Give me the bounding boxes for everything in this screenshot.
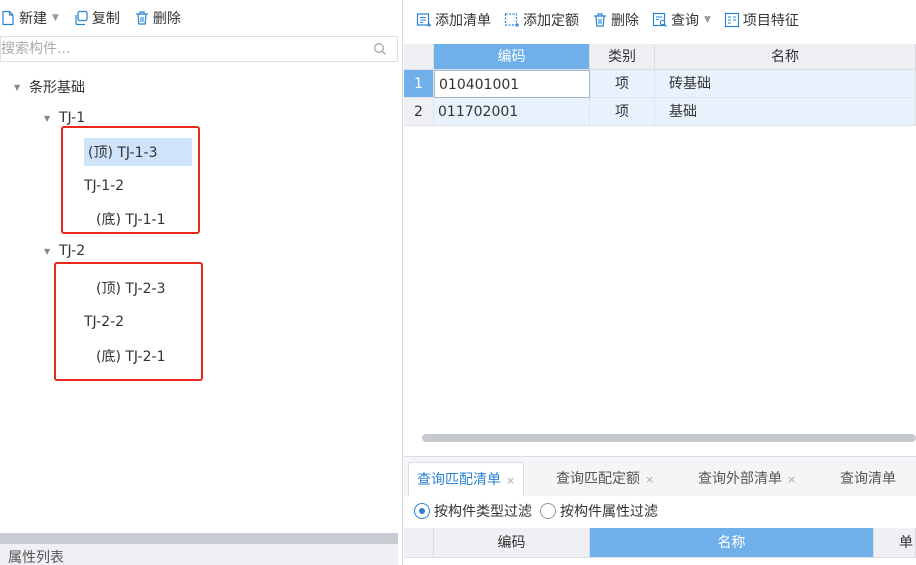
right-toolbar: 添加清单 添加定额 删除 查询 ▼ 项目特征	[404, 0, 916, 40]
chevron-down-icon[interactable]: ▼	[704, 15, 711, 25]
tree-node-label: (顶) TJ-2-3	[96, 281, 166, 297]
new-button[interactable]: 新建 ▼	[0, 6, 59, 30]
close-icon[interactable]: ×	[645, 473, 654, 486]
tree-node-label: TJ-1	[59, 110, 86, 126]
copy-icon	[73, 10, 89, 26]
expand-arrow-icon[interactable]: ▼	[44, 247, 56, 256]
add-list-button[interactable]: 添加清单	[416, 8, 491, 32]
cell-code[interactable]: 011702001	[434, 98, 590, 126]
grid-corner	[404, 44, 434, 70]
cell-name[interactable]: 砖基础	[655, 70, 916, 98]
properties-title: 属性列表	[0, 544, 398, 565]
radio-checked-icon	[414, 503, 430, 519]
radio-label: 按构件属性过滤	[560, 504, 658, 520]
close-icon[interactable]: ×	[787, 473, 796, 486]
bottom-column-header-unit[interactable]: 单	[874, 528, 916, 558]
delete-button-label: 删除	[152, 11, 181, 27]
tree-node-tj-1-3[interactable]: (顶) TJ-1-3	[84, 138, 192, 166]
tab-label: 查询匹配定额	[556, 471, 640, 487]
trash-icon	[134, 10, 150, 26]
cell-name[interactable]: 基础	[655, 98, 916, 126]
radio-unchecked-icon	[540, 503, 556, 519]
cell-code[interactable]: 010401001	[434, 70, 590, 98]
filter-options: 按构件类型过滤 按构件属性过滤	[404, 497, 916, 525]
query-icon	[652, 12, 668, 28]
filter-by-type-radio[interactable]: 按构件类型过滤	[414, 501, 532, 521]
tree-node-root[interactable]: ▼ 条形基础	[14, 73, 85, 101]
trash-icon	[592, 12, 608, 28]
filter-by-attribute-radio[interactable]: 按构件属性过滤	[540, 501, 658, 521]
cell-type[interactable]: 项	[590, 70, 655, 98]
copy-button[interactable]: 复制	[73, 6, 120, 30]
row-number[interactable]: 2	[404, 98, 434, 126]
item-feature-button[interactable]: 项目特征	[724, 8, 799, 32]
bottom-column-header-code[interactable]: 编码	[434, 528, 590, 558]
copy-button-label: 复制	[91, 11, 120, 27]
tree-node-label: 条形基础	[29, 80, 85, 96]
row-number[interactable]: 1	[404, 70, 434, 98]
bottom-column-header-name[interactable]: 名称	[590, 528, 874, 558]
tree-node-tj-2-2[interactable]: TJ-2-2	[84, 308, 124, 336]
horizontal-scrollbar[interactable]	[422, 434, 916, 442]
search-box	[0, 36, 398, 62]
close-icon[interactable]: ×	[506, 474, 515, 487]
tab-query-matching-quota[interactable]: 查询匹配定额 ×	[548, 462, 662, 496]
tree-node-tj-2-1[interactable]: (底) TJ-2-1	[96, 342, 165, 370]
tab-label: 查询外部清单	[698, 471, 782, 487]
add-list-icon	[416, 12, 432, 28]
tree-node-label: (顶) TJ-1-3	[88, 145, 158, 161]
tree-node-group-tj1[interactable]: ▼ TJ-1	[44, 104, 85, 132]
tree-node-tj-1-2[interactable]: TJ-1-2	[84, 172, 124, 200]
search-icon[interactable]	[373, 42, 387, 56]
delete-button[interactable]: 删除	[134, 6, 181, 30]
tree-node-tj-1-1[interactable]: (底) TJ-1-1	[96, 205, 165, 233]
column-header-type[interactable]: 类别	[590, 44, 655, 70]
radio-label: 按构件类型过滤	[434, 504, 532, 520]
expand-arrow-icon[interactable]: ▼	[14, 83, 26, 92]
item-feature-icon	[724, 12, 740, 28]
add-list-label: 添加清单	[435, 13, 491, 29]
panel-splitter[interactable]	[0, 533, 398, 544]
left-toolbar: 新建 ▼ 复制 删除	[0, 0, 402, 36]
item-feature-label: 项目特征	[742, 13, 799, 29]
chevron-down-icon[interactable]: ▼	[52, 13, 59, 23]
new-button-label: 新建	[19, 11, 47, 27]
add-quota-label: 添加定额	[523, 13, 579, 29]
query-label: 查询	[671, 13, 699, 29]
bottom-grid-corner	[404, 528, 434, 558]
search-input[interactable]	[1, 37, 371, 61]
tree-node-label: TJ-2-2	[84, 314, 125, 330]
query-button[interactable]: 查询 ▼	[652, 8, 711, 32]
new-file-icon	[0, 10, 16, 26]
delete-row-label: 删除	[611, 13, 639, 29]
delete-row-button[interactable]: 删除	[592, 8, 639, 32]
expand-arrow-icon[interactable]: ▼	[44, 114, 56, 123]
tree-node-label: (底) TJ-1-1	[96, 212, 166, 228]
add-quota-icon	[504, 12, 520, 28]
tree-node-group-tj2[interactable]: ▼ TJ-2	[44, 237, 85, 265]
column-header-name[interactable]: 名称	[655, 44, 916, 70]
tab-label: 查询清单	[840, 471, 896, 487]
tree-node-label: (底) TJ-2-1	[96, 349, 166, 365]
tree-node-label: TJ-1-2	[84, 178, 125, 194]
column-header-code[interactable]: 编码	[434, 44, 590, 70]
tab-query-list[interactable]: 查询清单	[832, 462, 904, 496]
tab-label: 查询匹配清单	[417, 472, 501, 488]
tree-node-label: TJ-2	[59, 243, 86, 259]
tree-node-tj-2-3[interactable]: (顶) TJ-2-3	[96, 274, 165, 302]
list-panel: 添加清单 添加定额 删除 查询 ▼ 项目特征 编码 类别 名称 1 010401…	[404, 0, 916, 565]
add-quota-button[interactable]: 添加定额	[504, 8, 579, 32]
query-tabs: 查询匹配清单 × 查询匹配定额 × 查询外部清单 × 查询清单	[404, 456, 916, 496]
component-tree-panel: 新建 ▼ 复制 删除 ▼ 条形基础 ▼ TJ-1 (顶) TJ-1-3	[0, 0, 403, 565]
cell-type[interactable]: 项	[590, 98, 655, 126]
tab-query-matching-list[interactable]: 查询匹配清单 ×	[408, 462, 525, 496]
tab-query-external-list[interactable]: 查询外部清单 ×	[690, 462, 804, 496]
